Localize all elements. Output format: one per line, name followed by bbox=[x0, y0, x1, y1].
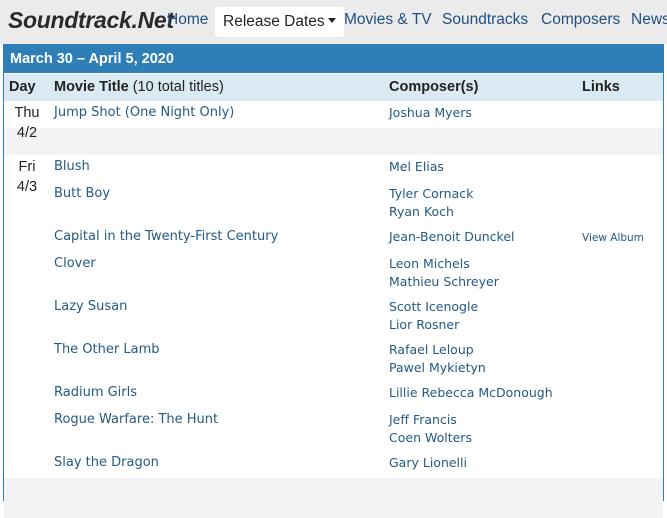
composer-link[interactable]: Scott Icenogle bbox=[389, 298, 478, 316]
site-logo[interactable]: Soundtrack.Net bbox=[8, 7, 174, 34]
movie-row: The Other Lamb Rafael Leloup Pawel Mykie… bbox=[4, 338, 663, 381]
nav-release-dates[interactable]: Release Dates bbox=[215, 7, 344, 37]
composer-link[interactable]: Joshua Myers bbox=[389, 104, 472, 122]
header-title-label: Movie Title bbox=[54, 79, 129, 95]
movie-title-link[interactable]: Butt Boy bbox=[54, 186, 110, 201]
view-album-link[interactable]: View Album bbox=[582, 232, 644, 244]
movie-title-link[interactable]: Lazy Susan bbox=[54, 299, 127, 314]
movie-title-link[interactable]: Slay the Dragon bbox=[54, 455, 159, 470]
release-schedule-panel: March 30 – April 5, 2020 Day Movie Title… bbox=[3, 44, 664, 518]
day-group-thu: Thu 4/2 Jump Shot (One Night Only) Joshu… bbox=[4, 101, 663, 155]
movie-title-link[interactable]: Rogue Warfare: The Hunt bbox=[54, 412, 218, 427]
composer-link[interactable]: Jean-Benoit Dunckel bbox=[389, 228, 515, 246]
movie-title-link[interactable]: The Other Lamb bbox=[54, 342, 159, 357]
movie-row: Jump Shot (One Night Only) Joshua Myers bbox=[4, 101, 663, 128]
composer-link[interactable]: Tyler Cornack bbox=[389, 185, 473, 203]
composer-list: Tyler Cornack Ryan Koch bbox=[389, 185, 473, 220]
composer-link[interactable]: Pawel Mykietyn bbox=[389, 359, 486, 377]
composer-link[interactable]: Mel Elias bbox=[389, 158, 444, 176]
movie-row: Clover Leon Michels Mathieu Schreyer bbox=[4, 252, 663, 295]
composer-list: Gary Lionelli bbox=[389, 454, 467, 472]
nav-home[interactable]: Home bbox=[167, 11, 208, 29]
composer-list: Jeff Francis Coen Wolters bbox=[389, 411, 472, 446]
movie-title-link[interactable]: Jump Shot (One Night Only) bbox=[54, 105, 234, 120]
movie-row: Capital in the Twenty-First Century Jean… bbox=[4, 225, 663, 252]
composer-list: Scott Icenogle Lior Rosner bbox=[389, 298, 478, 333]
day-group-fri: Fri 4/3 Blush Mel Elias Butt Boy Tyler C… bbox=[4, 155, 663, 518]
composer-list: Jean-Benoit Dunckel bbox=[389, 228, 515, 246]
composer-link[interactable]: Rafael Leloup bbox=[389, 341, 486, 359]
nav-release-dates-label: Release Dates bbox=[223, 13, 325, 30]
movie-title-link[interactable]: Blush bbox=[54, 159, 90, 174]
composer-link[interactable]: Lillie Rebecca McDonough bbox=[389, 384, 553, 402]
header-title-count: (10 total titles) bbox=[132, 79, 224, 95]
header-movie-title: Movie Title (10 total titles) bbox=[54, 79, 224, 95]
movie-row: Blush Mel Elias bbox=[4, 155, 663, 182]
composer-link[interactable]: Leon Michels bbox=[389, 255, 499, 273]
nav-movies-tv[interactable]: Movies & TV bbox=[344, 11, 432, 29]
top-navbar: Soundtrack.Net Home Release Dates Movies… bbox=[0, 0, 667, 44]
week-range-header: March 30 – April 5, 2020 bbox=[4, 45, 663, 74]
header-composers: Composer(s) bbox=[389, 79, 479, 95]
nav-soundtracks[interactable]: Soundtracks bbox=[442, 11, 528, 29]
header-day: Day bbox=[9, 79, 36, 95]
nav-composers[interactable]: Composers bbox=[541, 11, 620, 29]
nav-news[interactable]: News bbox=[631, 11, 667, 29]
movie-row: Radium Girls Lillie Rebecca McDonough bbox=[4, 381, 663, 408]
movie-row: Lazy Susan Scott Icenogle Lior Rosner bbox=[4, 295, 663, 338]
composer-link[interactable]: Coen Wolters bbox=[389, 429, 472, 447]
caret-down-icon bbox=[327, 18, 336, 24]
composer-link[interactable]: Jeff Francis bbox=[389, 411, 472, 429]
composer-link[interactable]: Gary Lionelli bbox=[389, 454, 467, 472]
composer-list: Mel Elias bbox=[389, 158, 444, 176]
composer-link[interactable]: Lior Rosner bbox=[389, 316, 478, 334]
composer-list: Joshua Myers bbox=[389, 104, 472, 122]
movie-title-link[interactable]: Clover bbox=[54, 256, 96, 271]
movie-row: Rogue Warfare: The Hunt Jeff Francis Coe… bbox=[4, 408, 663, 451]
composer-list: Rafael Leloup Pawel Mykietyn bbox=[389, 341, 486, 376]
composer-list: Leon Michels Mathieu Schreyer bbox=[389, 255, 499, 290]
header-links: Links bbox=[582, 79, 620, 95]
day-separator bbox=[4, 128, 663, 155]
movie-title-link[interactable]: Capital in the Twenty-First Century bbox=[54, 229, 278, 244]
composer-link[interactable]: Mathieu Schreyer bbox=[389, 273, 499, 291]
table-header-row: Day Movie Title (10 total titles) Compos… bbox=[4, 74, 663, 101]
movie-row: Butt Boy Tyler Cornack Ryan Koch bbox=[4, 182, 663, 225]
day-separator bbox=[4, 478, 663, 518]
composer-list: Lillie Rebecca McDonough bbox=[389, 384, 553, 402]
movie-row: Slay the Dragon Gary Lionelli bbox=[4, 451, 663, 478]
composer-link[interactable]: Ryan Koch bbox=[389, 203, 473, 221]
movie-title-link[interactable]: Radium Girls bbox=[54, 385, 137, 400]
